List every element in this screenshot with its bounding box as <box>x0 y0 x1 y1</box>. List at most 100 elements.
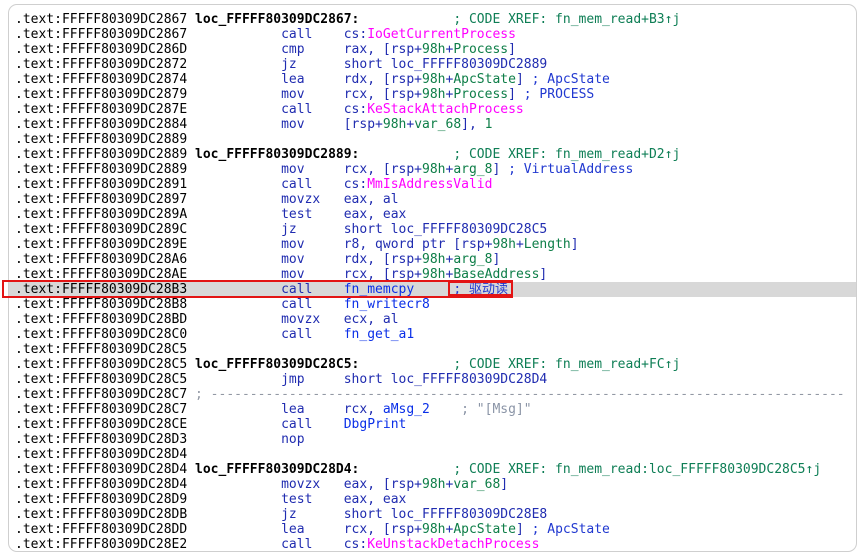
disasm-token-addr: .text:FFFFF80309DC28BD <box>15 312 281 327</box>
disasm-token-addr: .text:FFFFF80309DC286D <box>15 42 281 57</box>
disasm-token-ins: short loc_FFFFF80309DC2889 <box>344 57 548 72</box>
disasm-token-ins: movzx <box>281 477 344 492</box>
disasm-token-grn: 98h <box>422 87 445 102</box>
disasm-token-xref: ; CODE XREF: fn_mem_read+D2↑j <box>453 147 680 162</box>
disasm-token-grn: ApcState <box>453 522 516 537</box>
disasm-token-ins: ] <box>500 477 508 492</box>
disasm-line[interactable]: .text:FFFFF80309DC28C7 ; ---------------… <box>9 387 856 402</box>
disasm-token-addr: .text:FFFFF80309DC28D4 <box>15 447 187 462</box>
disasm-line[interactable]: .text:FFFFF80309DC2889 loc_FFFFF80309DC2… <box>9 147 856 162</box>
disasm-token-sp <box>516 87 524 102</box>
disasm-token-addr: .text:FFFFF80309DC289A <box>15 207 281 222</box>
disasm-line[interactable]: .text:FFFFF80309DC2889 <box>9 132 856 147</box>
disasm-token-ins: jz <box>281 507 344 522</box>
disasm-token-ins: eax, al <box>344 192 399 207</box>
disasm-token-ins: cs: <box>344 102 367 117</box>
disasm-token-sp <box>359 12 453 27</box>
disasm-token-label: loc_FFFFF80309DC2889: <box>195 147 359 162</box>
disasm-token-ins: + <box>516 237 524 252</box>
disasm-line[interactable]: .text:FFFFF80309DC28C0 call fn_get_a1 <box>9 327 856 342</box>
disasm-token-grn: 98h <box>422 477 445 492</box>
disasm-line[interactable]: .text:FFFFF80309DC28C5 <box>9 342 856 357</box>
disasm-token-ins: movzx <box>281 312 344 327</box>
disasm-token-ins: call <box>281 282 344 297</box>
disasm-token-ins: lea <box>281 402 344 417</box>
disasm-token-ins: ] <box>516 522 524 537</box>
disasm-token-ins: ] <box>516 72 524 87</box>
disasm-token-ins: rcx, [rsp+ <box>344 87 422 102</box>
disasm-token-ins: mov <box>281 117 344 132</box>
disasm-line[interactable]: .text:FFFFF80309DC28A6 mov rdx, [rsp+98h… <box>9 252 856 267</box>
disasm-token-addr: .text:FFFFF80309DC28AE <box>15 267 281 282</box>
disasm-token-name: fn_memcpy <box>344 282 414 297</box>
disasm-token-sp <box>430 402 461 417</box>
disasm-token-addr: .text:FFFFF80309DC289C <box>15 222 281 237</box>
disasm-line[interactable]: .text:FFFFF80309DC2889 mov rcx, [rsp+98h… <box>9 162 856 177</box>
disasm-line[interactable]: .text:FFFFF80309DC28C5 loc_FFFFF80309DC2… <box>9 357 856 372</box>
disasm-line[interactable]: .text:FFFFF80309DC28DB jz short loc_FFFF… <box>9 507 856 522</box>
disasm-line[interactable]: .text:FFFFF80309DC28D9 test eax, eax <box>9 492 856 507</box>
disasm-token-grn: 98h <box>422 522 445 537</box>
disasm-line[interactable]: .text:FFFFF80309DC28B8 call fn_writecr8 <box>9 297 856 312</box>
disasm-token-ins: mov <box>281 87 344 102</box>
disasm-token-ins: short loc_FFFFF80309DC28D4 <box>344 372 548 387</box>
disasm-line[interactable]: .text:FFFFF80309DC28C7 lea rcx, aMsg_2 ;… <box>9 402 856 417</box>
disasm-token-grn: 98h <box>383 117 406 132</box>
disasm-line[interactable]: .text:FFFFF80309DC28C5 jmp short loc_FFF… <box>9 372 856 387</box>
disasm-token-ins: short loc_FFFFF80309DC28C5 <box>344 222 548 237</box>
disasm-token-addr: .text:FFFFF80309DC2897 <box>15 192 281 207</box>
disasm-line[interactable]: .text:FFFFF80309DC2874 lea rdx, [rsp+98h… <box>9 72 856 87</box>
disasm-token-sp <box>500 162 508 177</box>
disasm-token-grn: arg_8 <box>453 162 492 177</box>
disasm-token-imp: KeStackAttachProcess <box>367 102 524 117</box>
disasm-line[interactable]: .text:FFFFF80309DC2897 movzx eax, al <box>9 192 856 207</box>
disasm-line[interactable]: .text:FFFFF80309DC286D cmp rax, [rsp+98h… <box>9 42 856 57</box>
disasm-line[interactable]: .text:FFFFF80309DC28CE call DbgPrint <box>9 417 856 432</box>
disasm-token-cmt: ; 驱动读 <box>453 282 508 297</box>
disasm-line[interactable]: .text:FFFFF80309DC287E call cs:KeStackAt… <box>9 102 856 117</box>
disasm-line[interactable]: .text:FFFFF80309DC289E mov r8, qword ptr… <box>9 237 856 252</box>
disasm-token-name: aMsg_2 <box>383 402 430 417</box>
disasm-token-ins: ] <box>508 42 516 57</box>
disasm-token-ins: nop <box>281 432 304 447</box>
disasm-line[interactable]: .text:FFFFF80309DC28D4 movzx eax, [rsp+9… <box>9 477 856 492</box>
disasm-token-addr: .text:FFFFF80309DC2872 <box>15 57 281 72</box>
disasm-line[interactable]: .text:FFFFF80309DC2867 loc_FFFFF80309DC2… <box>9 12 856 27</box>
disasm-line[interactable]: .text:FFFFF80309DC28D4 loc_FFFFF80309DC2… <box>9 462 856 477</box>
disasm-line[interactable]: .text:FFFFF80309DC28BD movzx ecx, al <box>9 312 856 327</box>
disasm-line[interactable]: .text:FFFFF80309DC28D4 <box>9 447 856 462</box>
disasm-token-name: DbgPrint <box>344 417 407 432</box>
disassembly-panel: .text:FFFFF80309DC2867 loc_FFFFF80309DC2… <box>8 4 857 552</box>
disasm-line[interactable]: .text:FFFFF80309DC28DD lea rcx, [rsp+98h… <box>9 522 856 537</box>
disasm-line[interactable]: .text:FFFFF80309DC2879 mov rcx, [rsp+98h… <box>9 87 856 102</box>
disasm-token-addr: .text:FFFFF80309DC28D4 <box>15 477 281 492</box>
disasm-line[interactable]: .text:FFFFF80309DC2872 jz short loc_FFFF… <box>9 57 856 72</box>
disasm-token-addr: .text:FFFFF80309DC28C0 <box>15 327 281 342</box>
disasm-line[interactable]: .text:FFFFF80309DC28E2 call cs:KeUnstack… <box>9 537 856 551</box>
disasm-token-ins: rcx, <box>344 402 383 417</box>
disasm-token-ins: rcx, [rsp+ <box>344 522 422 537</box>
disasm-token-sp <box>524 72 532 87</box>
disasm-line[interactable]: .text:FFFFF80309DC28D3 nop <box>9 432 856 447</box>
disasm-line[interactable]: .text:FFFFF80309DC28AE mov rcx, [rsp+98h… <box>9 267 856 282</box>
disasm-line[interactable]: .text:FFFFF80309DC289A test eax, eax <box>9 207 856 222</box>
disasm-token-ins: rcx, [rsp+ <box>344 267 422 282</box>
disasm-token-addr: .text:FFFFF80309DC28CE <box>15 417 281 432</box>
disasm-token-ins: jz <box>281 222 344 237</box>
disasm-token-ins: cs: <box>344 537 367 551</box>
disasm-line[interactable]: .text:FFFFF80309DC2891 call cs:MmIsAddre… <box>9 177 856 192</box>
disasm-line[interactable]: .text:FFFFF80309DC2884 mov [rsp+98h+var_… <box>9 117 856 132</box>
disasm-token-ins: eax, eax <box>344 207 407 222</box>
disasm-token-ins: test <box>281 492 344 507</box>
disasm-token-sp <box>359 147 453 162</box>
disasm-token-xref: ; CODE XREF: fn_mem_read:loc_FFFFF80309D… <box>453 462 821 477</box>
disasm-token-ins: jz <box>281 57 344 72</box>
disasm-token-addr: .text:FFFFF80309DC28B8 <box>15 297 281 312</box>
disasm-line[interactable]: .text:FFFFF80309DC289C jz short loc_FFFF… <box>9 222 856 237</box>
disasm-line-highlighted[interactable]: .text:FFFFF80309DC28B3 call fn_memcpy ; … <box>9 282 856 297</box>
disasm-line[interactable]: .text:FFFFF80309DC2867 call cs:IoGetCurr… <box>9 27 856 42</box>
disasm-token-cmt: ; PROCESS <box>524 87 594 102</box>
disasm-token-addr: .text:FFFFF80309DC2867 <box>15 27 281 42</box>
disasm-token-sp <box>359 357 453 372</box>
disasm-token-ins: jmp <box>281 372 344 387</box>
